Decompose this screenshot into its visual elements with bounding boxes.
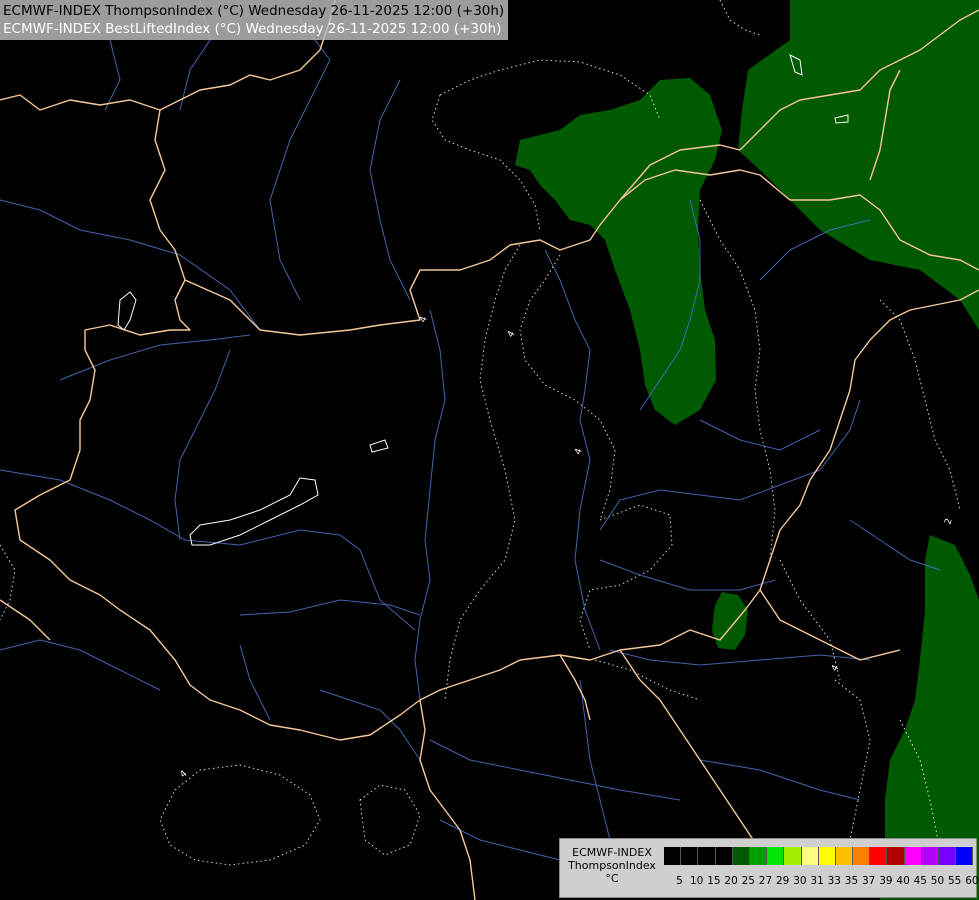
legend-tick-label: 55 bbox=[947, 875, 962, 887]
legend-swatch bbox=[853, 847, 871, 865]
legend-swatch bbox=[767, 847, 785, 865]
legend-swatch bbox=[732, 847, 750, 865]
legend-tick-label: 39 bbox=[879, 875, 893, 887]
legend-tick-label: 25 bbox=[741, 875, 755, 887]
legend-swatch bbox=[887, 847, 905, 865]
legend-unit: °C bbox=[605, 872, 619, 885]
color-legend: ECMWF-INDEX ThompsonIndex °C 5 10 15 20 25 27… bbox=[559, 838, 979, 898]
legend-model: ECMWF-INDEX bbox=[572, 846, 652, 859]
map-title-box: ECMWF-INDEX ThompsonIndex (°C) Wednesday… bbox=[0, 0, 509, 40]
legend-parameter: ThompsonIndex bbox=[568, 859, 656, 872]
legend-swatch bbox=[681, 847, 699, 865]
title-line-bestlifted: ECMWF-INDEX BestLiftedIndex (°C) Wednesd… bbox=[3, 21, 502, 37]
legend-label: ECMWF-INDEX ThompsonIndex °C bbox=[564, 846, 660, 885]
legend-tick-label: 35 bbox=[844, 875, 859, 887]
legend-swatch bbox=[749, 847, 768, 865]
legend-tick-label: 27 bbox=[758, 875, 773, 887]
legend-swatch bbox=[921, 847, 939, 865]
legend-tick-label: 31 bbox=[810, 875, 824, 887]
legend-swatch bbox=[818, 847, 836, 865]
title-line-thompson: ECMWF-INDEX ThompsonIndex (°C) Wednesday… bbox=[3, 3, 505, 19]
legend-tick-label: 60 bbox=[965, 875, 979, 887]
legend-ticks: 5 10 15 20 25 27 29 30 31 33 35 37 39 40 45 50 55 60 bbox=[664, 875, 979, 889]
legend-tick-label: 5 bbox=[676, 875, 683, 887]
legend-swatches bbox=[664, 847, 974, 865]
legend-tick-label: 29 bbox=[775, 875, 790, 887]
legend-swatch bbox=[904, 847, 922, 865]
legend-swatch bbox=[664, 847, 682, 865]
legend-swatch bbox=[715, 847, 733, 865]
legend-tick-label: 33 bbox=[827, 875, 841, 887]
legend-swatch bbox=[801, 847, 819, 865]
legend-swatch bbox=[698, 847, 716, 865]
legend-swatch bbox=[835, 847, 854, 865]
legend-tick-label: 20 bbox=[724, 875, 738, 887]
legend-tick-label: 50 bbox=[930, 875, 945, 887]
legend-swatch bbox=[956, 847, 974, 865]
legend-tick-label: 45 bbox=[913, 875, 927, 887]
legend-tick-label: 37 bbox=[861, 875, 876, 887]
thompson-index-map: 4 4 4 4 2 4 bbox=[0, 0, 979, 900]
legend-swatch bbox=[784, 847, 802, 865]
legend-tick-label: 10 bbox=[689, 875, 704, 887]
legend-tick-label: 40 bbox=[896, 875, 910, 887]
legend-swatch bbox=[939, 847, 957, 865]
legend-swatch bbox=[870, 847, 888, 865]
legend-tick-label: 15 bbox=[707, 875, 721, 887]
legend-tick-label: 30 bbox=[793, 875, 807, 887]
